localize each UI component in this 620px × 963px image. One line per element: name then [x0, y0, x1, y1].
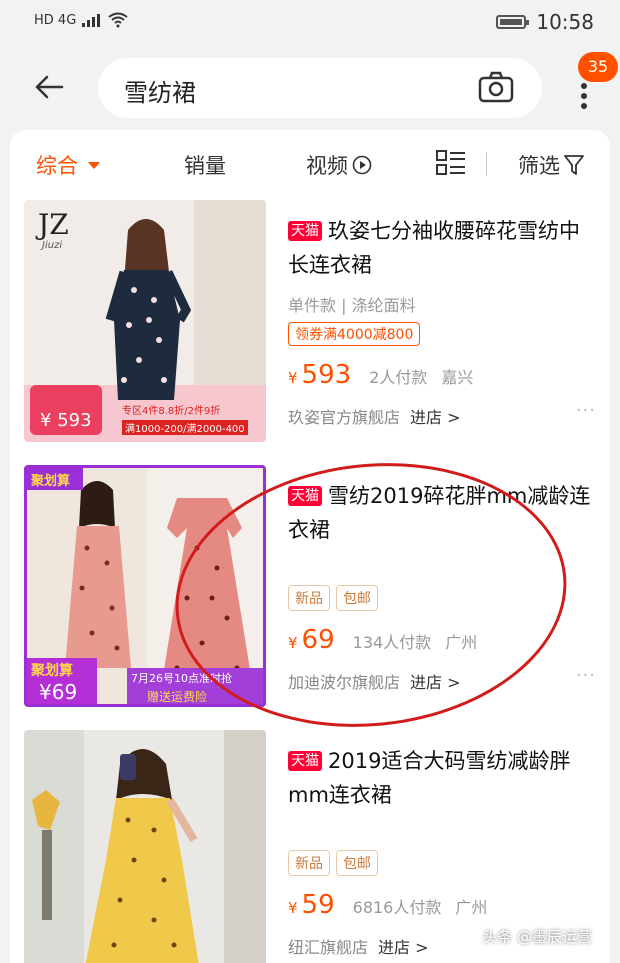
- price-row: ¥ 59 6816人付款 广州: [288, 890, 487, 920]
- camera-icon[interactable]: [478, 70, 514, 104]
- tab-filter[interactable]: 筛选: [518, 150, 584, 180]
- product-title[interactable]: 天猫 玖姿七分袖收腰碎花雪纺中长连衣裙: [288, 214, 598, 284]
- status-bar: HD 4G 10:58: [0, 0, 620, 44]
- sales-count: 6816人付款: [352, 898, 442, 917]
- brand-logo: JZ: [38, 208, 69, 241]
- location: 广州: [455, 898, 488, 917]
- list-view-icon[interactable]: [436, 150, 466, 176]
- battery-icon: [496, 15, 530, 29]
- tab-comprehensive[interactable]: 综合: [36, 150, 100, 180]
- price: 59: [301, 890, 335, 920]
- product-photo-illustration: [24, 730, 266, 963]
- tab-sales[interactable]: 销量: [184, 150, 226, 180]
- wifi-icon: [108, 12, 128, 28]
- product-info: 天猫 玖姿七分袖收腰碎花雪纺中长连衣裙 单件款 | 涤纶面料 领券满4000减80…: [288, 214, 598, 346]
- tab-filter-label: 筛选: [518, 154, 560, 178]
- search-row: 雪纺裙 35: [0, 44, 620, 130]
- search-query: 雪纺裙: [124, 79, 196, 107]
- image-brand-label: 聚划算: [31, 474, 71, 489]
- tmall-badge: 天猫: [288, 751, 322, 771]
- status-right: 10:58: [496, 10, 594, 34]
- tab-comprehensive-label: 综合: [36, 154, 78, 178]
- tag-new: 新品: [288, 850, 330, 876]
- tmall-badge: 天猫: [288, 221, 322, 241]
- funnel-icon: [564, 155, 584, 175]
- coupon-tag[interactable]: 领券满4000减800: [288, 322, 421, 346]
- tab-sales-label: 销量: [184, 154, 226, 178]
- image-promo-gift: 赠送运费险: [147, 690, 208, 704]
- brand-logo-sub: Jiuzi: [42, 240, 63, 251]
- store-row[interactable]: 玖姿官方旗舰店 进店 >: [288, 404, 461, 428]
- product-card[interactable]: JZ Jiuzi ¥ 593 专区4件8.8折/2件9折 满1000-200/满…: [10, 200, 610, 450]
- currency-symbol: ¥: [288, 899, 298, 917]
- currency-symbol: ¥: [288, 369, 298, 387]
- image-brand-label-bottom: 聚划算: [31, 663, 73, 679]
- tag-free-shipping: 包邮: [336, 850, 378, 876]
- network-indicators: HD 4G: [34, 12, 128, 28]
- product-title-text: 玖姿七分袖收腰碎花雪纺中长连衣裙: [288, 219, 580, 277]
- filter-bar: 综合 销量 视频 筛选: [10, 130, 610, 196]
- price-row: ¥ 593 2人付款 嘉兴: [288, 360, 473, 390]
- more-options-icon[interactable]: [578, 80, 590, 112]
- image-promo-line2: 满1000-200/满2000-400: [122, 420, 248, 435]
- enter-store-link[interactable]: 进店 >: [410, 408, 461, 427]
- signal-icon: [82, 14, 101, 27]
- back-arrow-icon[interactable]: [32, 70, 66, 104]
- location: 嘉兴: [441, 368, 474, 387]
- search-input[interactable]: 雪纺裙: [98, 58, 542, 118]
- tab-video-label: 视频: [306, 154, 348, 178]
- enter-store-link[interactable]: 进店 >: [378, 938, 429, 957]
- image-promo-line1: 专区4件8.8折/2件9折: [122, 406, 221, 417]
- sales-count: 2人付款: [369, 368, 428, 387]
- caret-down-icon: [88, 161, 100, 169]
- clock: 10:58: [536, 10, 594, 34]
- store-name: 玖姿官方旗舰店: [288, 408, 401, 427]
- product-image[interactable]: [24, 730, 266, 963]
- product-tags: 新品 包邮: [288, 850, 378, 876]
- image-promo-price: ¥ 593: [40, 410, 92, 431]
- image-promo-price: ¥69: [39, 680, 78, 704]
- network-label: HD 4G: [34, 12, 77, 28]
- play-circle-icon: [352, 155, 372, 175]
- store-row[interactable]: 纽汇旗舰店 进店 >: [288, 934, 429, 958]
- more-dots-icon[interactable]: ···: [576, 665, 596, 686]
- product-image[interactable]: JZ Jiuzi ¥ 593 专区4件8.8折/2件9折 满1000-200/满…: [24, 200, 266, 442]
- watermark: 头条 @墨辰运营: [482, 928, 592, 946]
- price: 593: [301, 360, 352, 390]
- filter-divider: [486, 152, 487, 176]
- product-title-text: 2019适合大码雪纺减龄胖mm连衣裙: [288, 749, 571, 807]
- more-dots-icon[interactable]: ···: [576, 400, 596, 421]
- product-title[interactable]: 天猫 2019适合大码雪纺减龄胖mm连衣裙: [288, 744, 598, 814]
- tab-video[interactable]: 视频: [306, 150, 372, 180]
- product-attributes: 单件款 | 涤纶面料: [288, 296, 416, 315]
- store-name: 纽汇旗舰店: [288, 938, 369, 957]
- product-info: 天猫 2019适合大码雪纺减龄胖mm连衣裙: [288, 744, 598, 814]
- message-count-badge: 35: [578, 52, 618, 82]
